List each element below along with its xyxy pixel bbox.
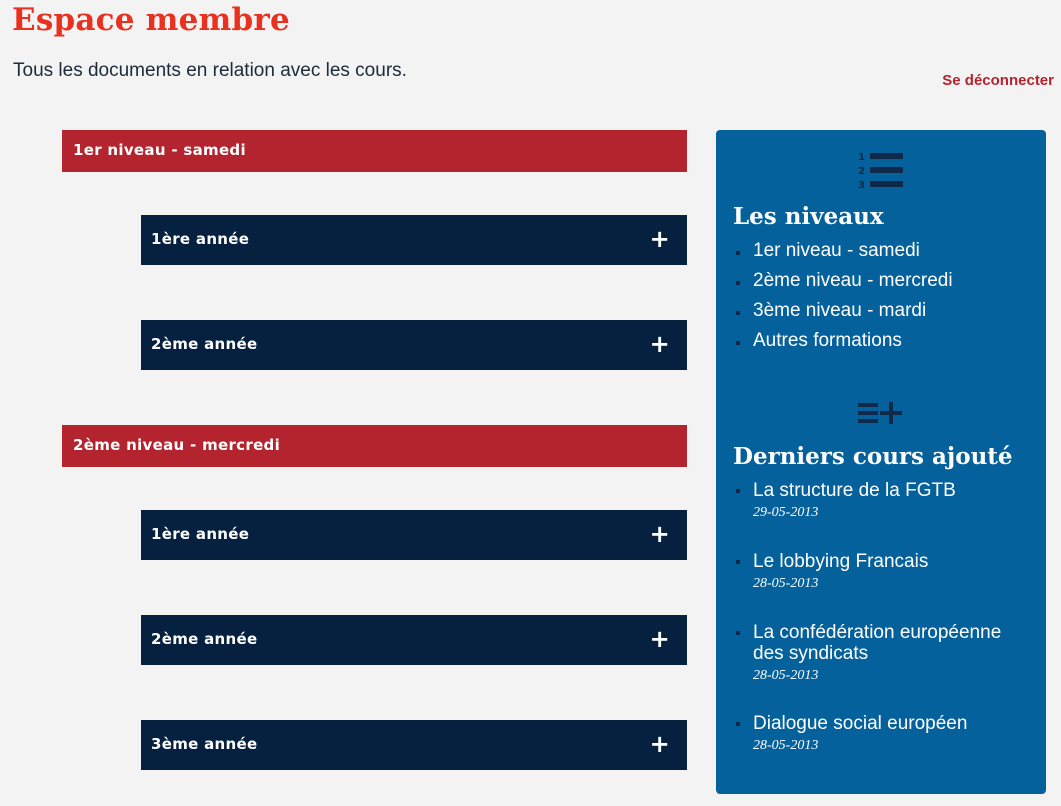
recent-course-title[interactable]: La confédération européenne des syndicat… [734,622,1034,664]
expand-plus-icon[interactable]: + [650,320,670,368]
recent-course-date: 29-05-2013 [753,505,819,520]
expand-plus-icon[interactable]: + [650,720,670,768]
expand-plus-icon[interactable]: + [650,615,670,663]
level-link[interactable]: 3ème niveau - mardi [753,300,926,321]
recent-course-item[interactable]: La structure de la FGTB 29-05-2013 [734,480,1034,521]
year-accordion-2-2[interactable]: 2ème année + [141,615,687,665]
recent-course-title[interactable]: La structure de la FGTB [734,480,1034,501]
recent-course-item[interactable]: Dialogue social européen 28-05-2013 [734,713,1034,754]
list-item[interactable]: Autres formations [734,330,953,360]
recent-course-title[interactable]: Le lobbying Francais [734,551,1034,572]
level-link[interactable]: 1er niveau - samedi [753,240,920,261]
levels-list: 1er niveau - samedi 2ème niveau - mercre… [734,240,953,360]
page-title: Espace membre [12,2,290,38]
recent-course-title[interactable]: Dialogue social européen [734,713,1034,734]
year-accordion-2-1[interactable]: 1ère année + [141,510,687,560]
list-item[interactable]: 1er niveau - samedi [734,240,953,270]
list-item[interactable]: 2ème niveau - mercredi [734,270,953,300]
svg-text:3: 3 [858,180,865,191]
sidebar: 1 2 3 Les niveaux 1er niveau - samedi 2è… [716,130,1046,794]
recent-course-date: 28-05-2013 [753,576,819,591]
year-label: 2ème année [151,630,258,648]
recent-course-date: 28-05-2013 [753,738,819,753]
year-label: 1ère année [151,230,250,248]
year-label: 2ème année [151,335,258,353]
logout-link[interactable]: Se déconnecter [942,72,1054,89]
level-link[interactable]: 2ème niveau - mercredi [753,270,953,291]
recent-course-item[interactable]: La confédération européenne des syndicat… [734,622,1034,684]
year-label: 1ère année [151,525,250,543]
expand-plus-icon[interactable]: + [650,510,670,558]
list-add-icon [856,400,904,433]
page-subtitle: Tous les documents en relation avec les … [13,60,407,81]
level-link[interactable]: Autres formations [753,330,902,351]
level-header-1: 1er niveau - samedi [62,130,687,172]
svg-text:2: 2 [858,166,865,177]
recent-course-item[interactable]: Le lobbying Francais 28-05-2013 [734,551,1034,592]
levels-heading: Les niveaux [733,203,884,230]
year-accordion-1-2[interactable]: 2ème année + [141,320,687,370]
expand-plus-icon[interactable]: + [650,215,670,263]
year-label: 3ème année [151,735,258,753]
year-accordion-2-3[interactable]: 3ème année + [141,720,687,770]
numbered-list-icon: 1 2 3 [856,150,904,199]
level-header-2: 2ème niveau - mercredi [62,425,687,467]
year-accordion-1-1[interactable]: 1ère année + [141,215,687,265]
recent-courses-heading: Derniers cours ajouté [733,443,1013,470]
list-item[interactable]: 3ème niveau - mardi [734,300,953,330]
svg-text:1: 1 [858,152,865,163]
recent-course-date: 28-05-2013 [753,668,819,683]
